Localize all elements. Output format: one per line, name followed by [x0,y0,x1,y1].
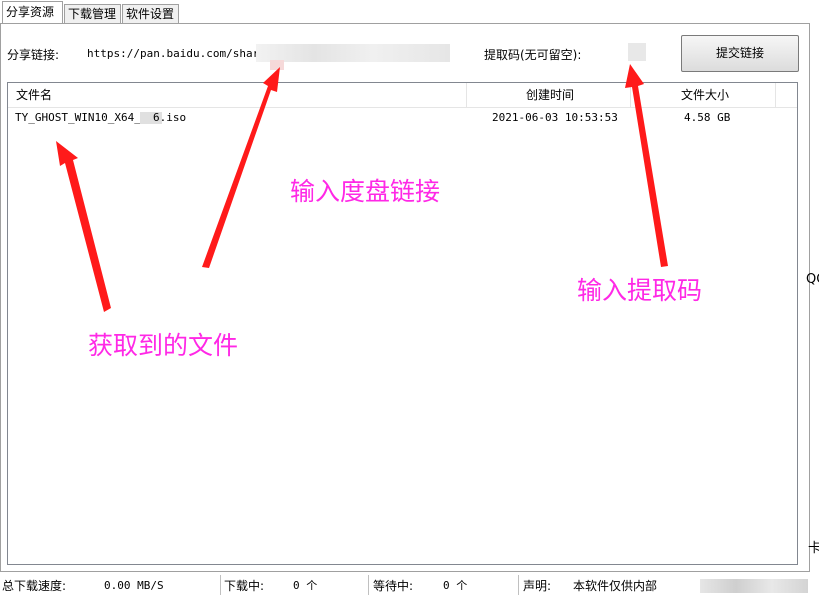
edge-text-fragment: 卡 [808,541,819,556]
annotation-file: 获取到的文件 [88,331,239,360]
arrow-to-file [56,141,111,312]
annotation-link: 输入度盘链接 [290,177,441,206]
edge-text-fragment: QQ [806,272,819,287]
status-divider [368,575,369,595]
redacted-fragment [700,579,808,593]
speed-label: 总下载速度: [2,579,67,593]
waiting-value: 0 个 [443,579,468,592]
arrow-to-link [202,67,280,268]
notice-label: 声明: [523,579,552,593]
downloading-label: 下载中: [224,579,265,593]
status-divider [220,575,221,595]
speed-value: 0.00 MB/S [104,579,164,592]
status-bar: 总下载速度: 0.00 MB/S 下载中: 0 个 等待中: 0 个 声明: 本… [0,573,819,599]
annotation-code: 输入提取码 [577,276,703,305]
notice-value: 本软件仅供内部 [573,579,658,593]
waiting-label: 等待中: [373,579,414,593]
status-divider [518,575,519,595]
arrow-to-code [625,64,668,267]
downloading-value: 0 个 [293,579,318,592]
